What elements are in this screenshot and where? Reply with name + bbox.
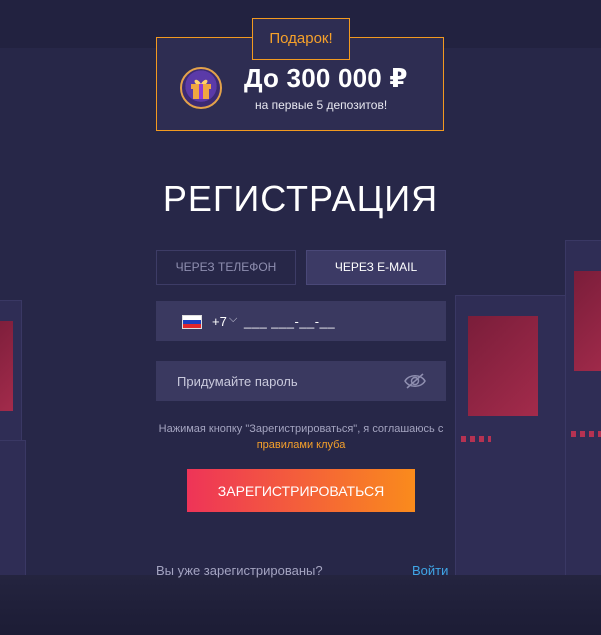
- gift-icon: [180, 67, 222, 109]
- russia-flag-icon[interactable]: [182, 315, 202, 329]
- slot-machine-left-base: [0, 440, 26, 582]
- phone-input[interactable]: ___ ___-__-__: [244, 314, 335, 329]
- promo-label: Подарок!: [252, 18, 350, 60]
- phone-field[interactable]: +7 ⌵ ___ ___-__-__: [156, 301, 446, 341]
- rules-link[interactable]: правилами клуба: [257, 439, 346, 451]
- slot-machine-far-right: [565, 240, 601, 582]
- already-registered-text: Вы уже зарегистрированы?: [156, 563, 323, 578]
- slot-machine-left: [0, 300, 22, 462]
- agreement-label: Нажимая кнопку "Зарегистрироваться", я с…: [158, 423, 444, 435]
- chevron-down-icon[interactable]: ⌵: [229, 313, 237, 326]
- eye-off-icon[interactable]: [403, 372, 427, 395]
- tab-phone[interactable]: ЧЕРЕЗ ТЕЛЕФОН: [156, 250, 296, 285]
- password-field[interactable]: Придумайте пароль: [156, 361, 446, 401]
- country-code[interactable]: +7: [212, 314, 227, 329]
- page-title: РЕГИСТРАЦИЯ: [162, 178, 439, 219]
- promo-amount: До 300 000 ₽: [244, 63, 408, 93]
- slot-machine-right: [455, 295, 567, 587]
- register-button[interactable]: ЗАРЕГИСТРИРОВАТЬСЯ: [187, 469, 415, 512]
- login-link[interactable]: Войти: [412, 563, 448, 578]
- tab-email[interactable]: ЧЕРЕЗ E-MAIL: [306, 250, 446, 285]
- password-input[interactable]: Придумайте пароль: [177, 374, 298, 389]
- agreement-text: Нажимая кнопку "Зарегистрироваться", я с…: [156, 421, 446, 453]
- background-floor: [0, 575, 601, 635]
- promo-subtitle: на первые 5 депозитов!: [255, 98, 388, 112]
